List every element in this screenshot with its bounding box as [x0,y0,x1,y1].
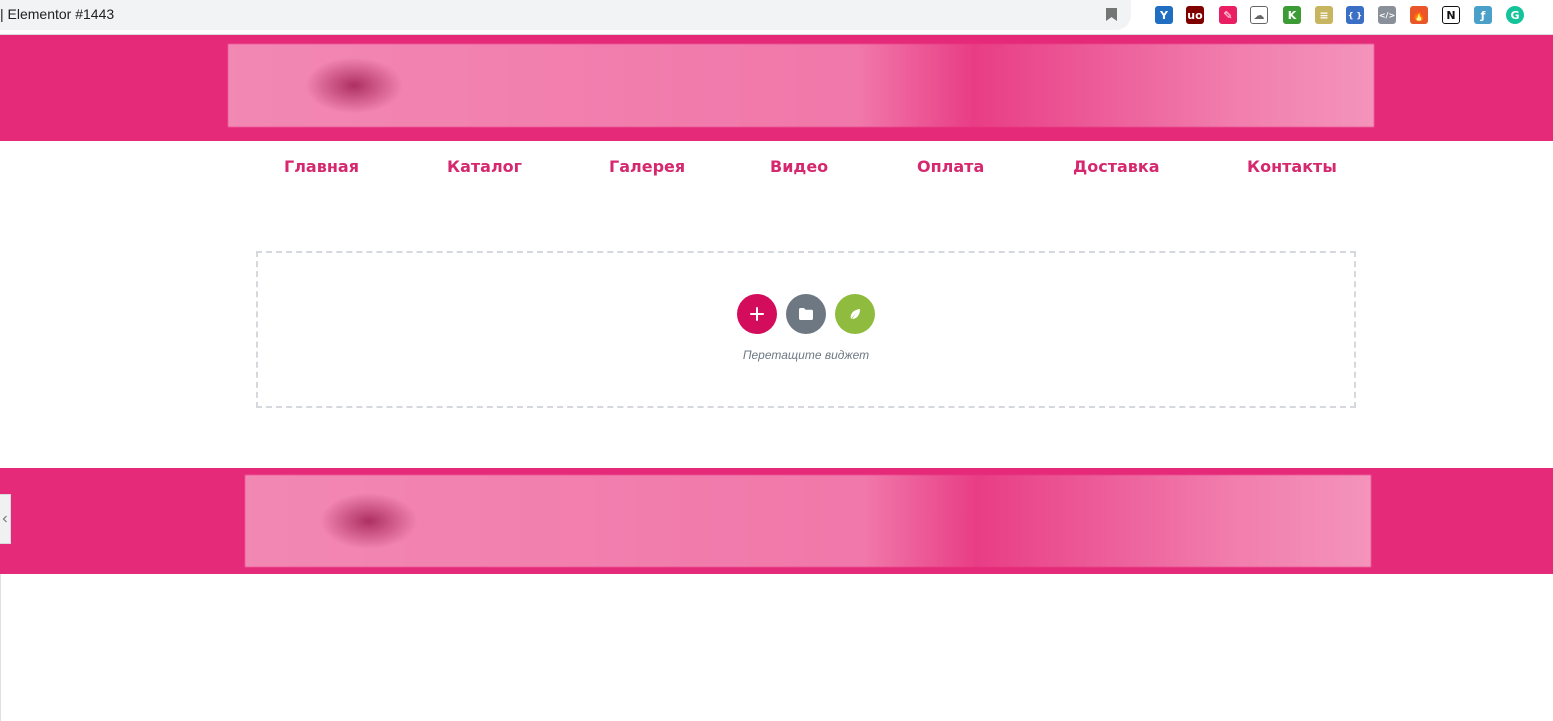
menu-item-contacts[interactable]: Контакты [1247,157,1337,176]
page-title-text: | Elementor #1443 [0,6,115,22]
chevron-left-icon [2,515,7,523]
bookmark-f-icon[interactable]: ƒ [1474,6,1492,24]
address-bar[interactable]: | Elementor #1443 [0,0,1131,30]
keyword-k-icon[interactable]: K [1283,6,1301,24]
main-menu: Главная Каталог Галерея Видео Оплата Дос… [0,141,1553,191]
menu-item-home[interactable]: Главная [284,157,359,176]
menu-item-catalog[interactable]: Каталог [447,157,522,176]
ublock-icon[interactable]: uo [1186,6,1204,24]
folder-icon [799,308,813,320]
flame-icon[interactable]: 🔥 [1410,6,1428,24]
left-divider [0,574,1,721]
css-viewer-icon[interactable]: { } [1346,6,1364,24]
notes-icon[interactable]: ≡ [1315,6,1333,24]
header-banner-image [228,44,1374,127]
add-template-button[interactable] [786,294,826,334]
color-picker-icon[interactable]: ✎ [1219,6,1237,24]
panel-collapse-toggle[interactable] [0,494,11,544]
menu-item-payment[interactable]: Оплата [917,157,984,176]
menu-item-delivery[interactable]: Доставка [1073,157,1160,176]
add-section-dropzone[interactable]: Перетащите виджет [256,251,1356,408]
menu-item-gallery[interactable]: Галерея [609,157,685,176]
yoast-icon[interactable]: Y [1155,6,1173,24]
cloud-icon[interactable]: ☁ [1250,6,1268,24]
menu-item-video[interactable]: Видео [770,157,828,176]
dropzone-hint: Перетащите виджет [742,348,870,362]
notion-icon[interactable]: N [1442,6,1460,24]
bookmark-icon[interactable] [1106,8,1117,21]
plus-icon [750,307,764,321]
elementor-kit-button[interactable] [835,294,875,334]
leaf-icon [850,309,860,319]
browser-toolbar: | Elementor #1443 Yuo ✎ ☁ K ≡ { } </> 🔥 Nƒ G [0,0,1553,35]
footer-section [0,468,1553,574]
footer-banner-image [245,475,1371,567]
grammarly-icon[interactable]: G [1506,6,1524,24]
code-icon[interactable]: </> [1378,6,1396,24]
header-section [0,35,1553,141]
add-section-button[interactable] [737,294,777,334]
